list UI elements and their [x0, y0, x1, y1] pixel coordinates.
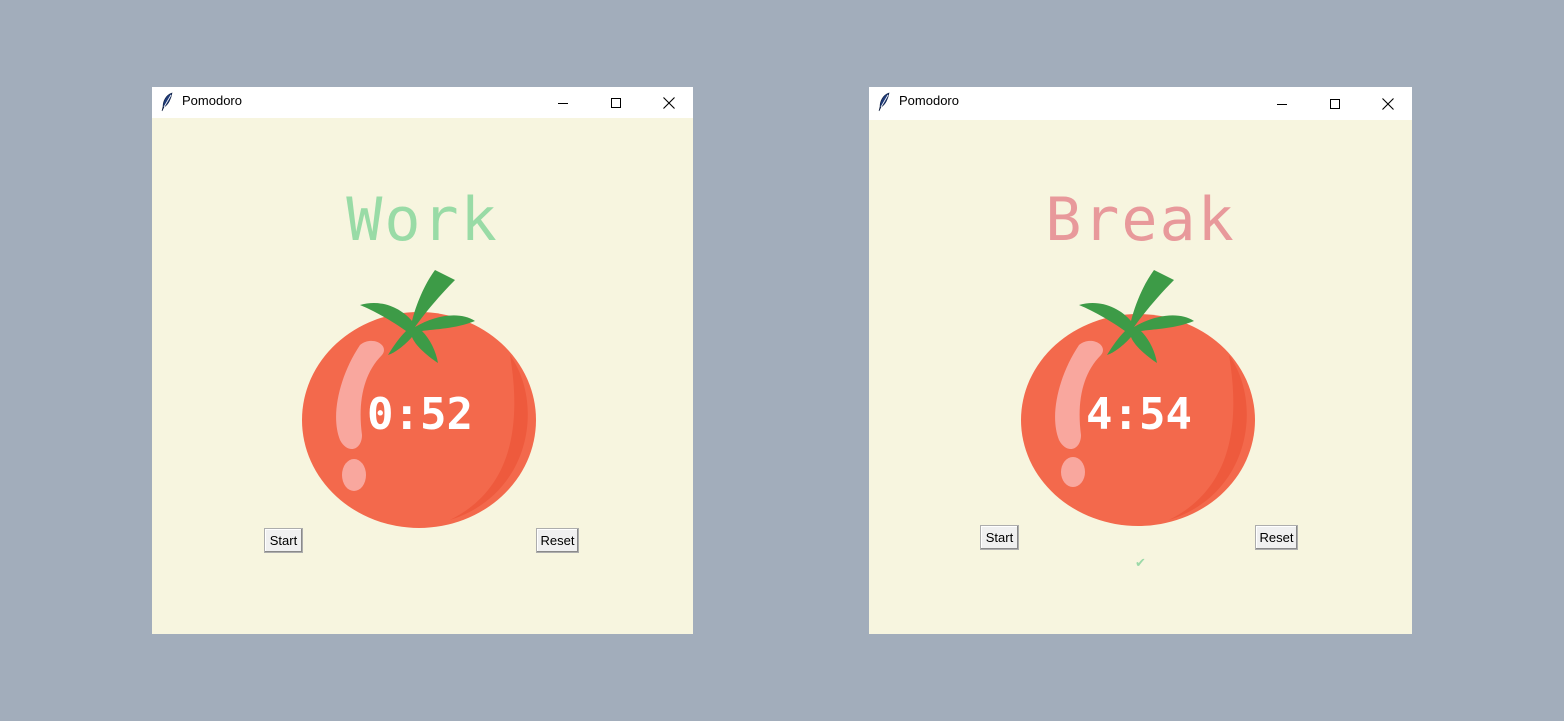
tomato-image: 0:52 — [300, 265, 540, 529]
reset-button[interactable]: Reset — [1255, 525, 1298, 550]
mode-label: Work — [346, 185, 499, 255]
reset-button[interactable]: Reset — [536, 528, 579, 553]
minimize-button[interactable] — [1259, 87, 1305, 120]
title-bar[interactable]: Pomodoro — [152, 87, 693, 118]
title-bar[interactable]: Pomodoro — [869, 87, 1412, 120]
minimize-button[interactable] — [540, 87, 586, 118]
mode-label: Break — [1045, 185, 1236, 255]
close-button[interactable] — [1365, 87, 1411, 120]
feather-icon — [877, 92, 891, 112]
feather-icon — [160, 92, 174, 112]
maximize-icon — [611, 97, 621, 108]
timer-display: 4:54 — [1086, 389, 1192, 440]
start-button[interactable]: Start — [980, 525, 1019, 550]
window-title: Pomodoro — [182, 93, 242, 108]
pomodoro-window-break: Pomodoro Break 4:54 Start Reset ✔ — [869, 87, 1412, 634]
timer-display: 0:52 — [367, 389, 473, 440]
close-icon — [1382, 97, 1394, 110]
tomato-image: 4:54 — [1019, 265, 1259, 529]
maximize-icon — [1330, 98, 1340, 109]
maximize-button[interactable] — [593, 87, 639, 118]
maximize-button[interactable] — [1312, 87, 1358, 120]
checkmarks: ✔ — [1135, 556, 1146, 571]
start-button[interactable]: Start — [264, 528, 303, 553]
minimize-icon — [558, 102, 568, 104]
close-button[interactable] — [646, 87, 692, 118]
window-title: Pomodoro — [899, 93, 959, 108]
minimize-icon — [1277, 103, 1287, 105]
pomodoro-window-work: Pomodoro Work 0:52 Start Reset — [152, 87, 693, 634]
close-icon — [663, 96, 675, 109]
